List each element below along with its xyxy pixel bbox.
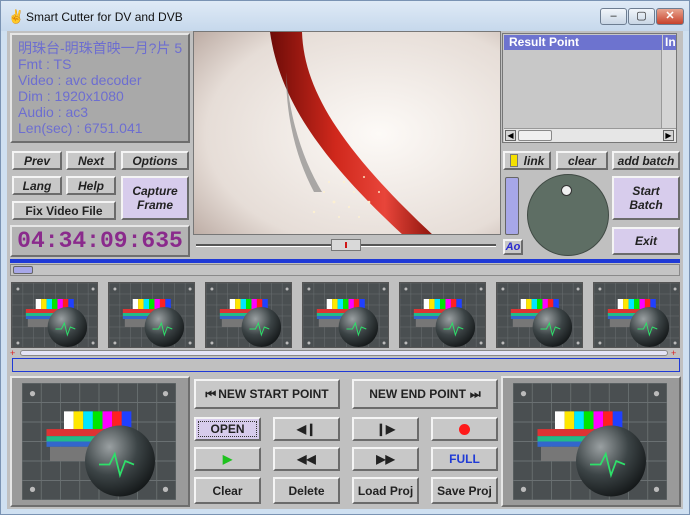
record-button[interactable]	[431, 417, 498, 441]
jog-dial-knob[interactable]	[561, 185, 572, 196]
info-dimension: Dim : 1920x1080	[18, 88, 124, 104]
open-button[interactable]: OPEN	[194, 417, 261, 441]
close-button[interactable]: ✕	[656, 8, 684, 25]
start-frame-preview	[22, 383, 176, 500]
result-col-point[interactable]: Result Point	[504, 35, 662, 50]
thumbnail-frame[interactable]	[108, 282, 195, 348]
thumbnail-frame[interactable]	[302, 282, 389, 348]
link-label: link	[523, 153, 545, 168]
video-frame-image	[194, 32, 500, 234]
help-button[interactable]: Help	[66, 176, 116, 195]
lang-button[interactable]: Lang	[12, 176, 62, 195]
new-end-point-button[interactable]: NEW END POINT ⏭	[352, 379, 498, 409]
capture-frame-button[interactable]: Capture Frame	[121, 176, 189, 220]
prev-button[interactable]: Prev	[12, 151, 62, 170]
start-batch-label-1: Start	[632, 184, 660, 198]
range-end-marker-icon: +	[671, 348, 677, 358]
full-button[interactable]: FULL	[431, 447, 498, 471]
rewind-icon: ◀◀	[297, 452, 316, 466]
info-audio: Audio : ac3	[18, 104, 89, 120]
info-video: Video : avc decoder	[18, 72, 142, 88]
cut-segments-bar[interactable]	[12, 358, 680, 372]
seek-slider[interactable]	[193, 237, 501, 253]
step-back-icon: ◀❙	[296, 422, 317, 436]
info-format: Fmt : TS	[18, 56, 72, 72]
timeline-range[interactable]: + +	[10, 348, 680, 358]
new-end-point-label: NEW END POINT	[369, 387, 466, 401]
info-filename: 明珠台-明珠首映一月?片 5	[18, 40, 183, 56]
video-preview[interactable]	[193, 31, 501, 235]
delete-button[interactable]: Delete	[273, 477, 340, 504]
thumbnail-frame[interactable]	[593, 282, 680, 348]
load-proj-button[interactable]: Load Proj	[352, 477, 419, 504]
link-button[interactable]: link	[503, 151, 551, 170]
end-frame-preview	[513, 383, 667, 500]
start-marker-icon: ⏮	[205, 386, 217, 401]
start-batch-label-2: Batch	[629, 198, 663, 212]
range-start-marker-icon: +	[10, 348, 16, 358]
fast-forward-icon: ▶▶	[376, 452, 395, 466]
app-icon: ✌	[8, 9, 25, 24]
volume-slider[interactable]	[505, 177, 519, 235]
seek-thumb[interactable]	[331, 239, 361, 251]
result-list[interactable]: Result Point In ◀ ▶	[502, 33, 677, 143]
new-start-point-button[interactable]: ⏮ NEW START POINT	[194, 379, 340, 409]
capture-frame-label-1: Capture	[132, 184, 178, 198]
ao-button[interactable]: Ao	[503, 239, 523, 255]
save-proj-button[interactable]: Save Proj	[431, 477, 498, 504]
add-batch-button[interactable]: add batch	[612, 151, 680, 170]
scroll-left-arrow-icon[interactable]: ◀	[505, 130, 516, 141]
result-vscrollbar[interactable]	[661, 50, 676, 128]
jog-dial[interactable]	[527, 174, 609, 256]
clear-result-button[interactable]: clear	[556, 151, 608, 170]
client-area: 明珠台-明珠首映一月?片 5 Fmt : TS Video : avc deco…	[7, 31, 683, 509]
end-marker-icon: ⏭	[469, 386, 481, 401]
timecode-text: 04:34:09:635	[17, 228, 183, 254]
range-track[interactable]	[20, 350, 668, 356]
file-info-panel: 明珠台-明珠首映一月?片 5 Fmt : TS Video : avc deco…	[10, 33, 190, 143]
minimize-button[interactable]: –	[600, 8, 627, 25]
record-icon	[459, 423, 470, 435]
new-start-point-label: NEW START POINT	[218, 387, 329, 401]
link-indicator-icon	[509, 154, 518, 167]
exit-button[interactable]: Exit	[612, 227, 680, 255]
thumbnail-frame[interactable]	[399, 282, 486, 348]
maximize-button[interactable]: ▢	[628, 8, 655, 25]
fix-video-file-button[interactable]: Fix Video File	[12, 201, 116, 220]
clear-button[interactable]: Clear	[194, 477, 261, 504]
thumbnail-frame[interactable]	[496, 282, 583, 348]
result-hscroll-thumb[interactable]	[518, 130, 552, 141]
result-hscrollbar[interactable]: ◀ ▶	[504, 128, 676, 142]
result-col-in[interactable]: In	[663, 35, 676, 50]
step-back-button[interactable]: ◀❙	[273, 417, 340, 441]
step-forward-button[interactable]: ❙▶	[352, 417, 419, 441]
capture-frame-label-2: Frame	[136, 198, 174, 212]
start-frame-panel	[10, 376, 190, 507]
play-button[interactable]: ▶	[194, 447, 261, 471]
next-button[interactable]: Next	[66, 151, 116, 170]
timecode-display: 04:34:09:635	[10, 225, 190, 257]
accent-separator	[10, 259, 680, 263]
start-batch-button[interactable]: Start Batch	[612, 176, 680, 220]
info-length: Len(sec) : 6751.041	[18, 120, 143, 136]
end-frame-panel	[501, 376, 681, 507]
app-window: ✌ Smart Cutter for DV and DVB – ▢ ✕ 明珠台-…	[0, 0, 690, 515]
position-bar[interactable]	[10, 264, 680, 276]
step-forward-icon: ❙▶	[375, 422, 396, 436]
rewind-button[interactable]: ◀◀	[273, 447, 340, 471]
thumbnail-frame[interactable]	[11, 282, 98, 348]
window-title: Smart Cutter for DV and DVB	[26, 10, 183, 24]
title-bar[interactable]: ✌ Smart Cutter for DV and DVB – ▢ ✕	[1, 1, 689, 31]
thumbnail-frame[interactable]	[205, 282, 292, 348]
position-bar-thumb[interactable]	[13, 266, 33, 274]
fast-forward-button[interactable]: ▶▶	[352, 447, 419, 471]
options-button[interactable]: Options	[121, 151, 189, 170]
play-icon: ▶	[222, 452, 233, 466]
scroll-right-arrow-icon[interactable]: ▶	[663, 130, 674, 141]
